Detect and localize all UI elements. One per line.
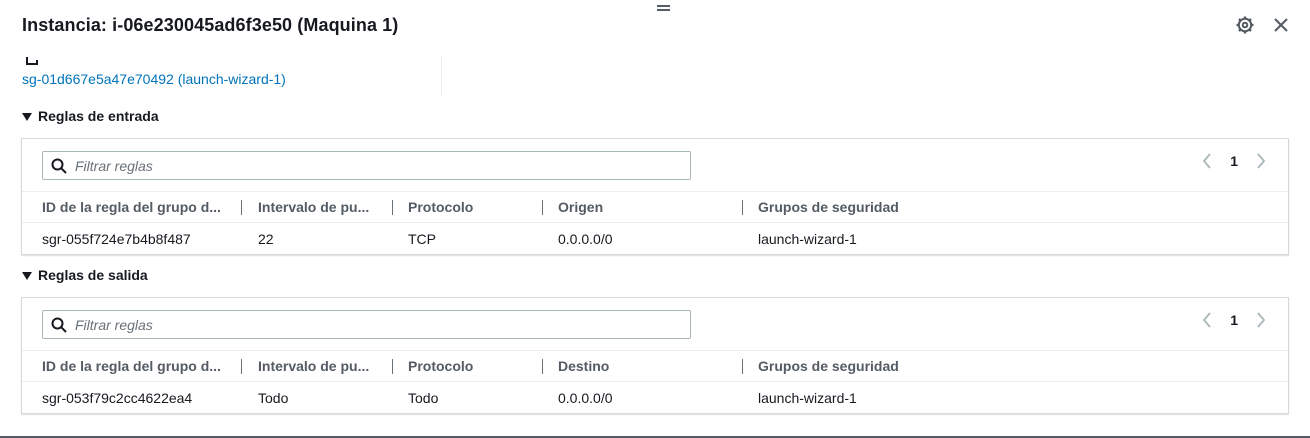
column-resizer[interactable] bbox=[241, 359, 242, 374]
search-icon bbox=[51, 317, 67, 333]
column-header[interactable]: Destino bbox=[558, 351, 738, 381]
column-header[interactable]: Protocolo bbox=[408, 351, 538, 381]
copy-icon[interactable] bbox=[26, 53, 40, 71]
column-resizer[interactable] bbox=[542, 200, 543, 215]
search-icon bbox=[51, 158, 67, 174]
outbound-toolbar: 1 bbox=[22, 298, 1288, 350]
outbound-rules-title: Reglas de salida bbox=[38, 267, 148, 283]
column-header[interactable]: Origen bbox=[558, 192, 738, 222]
security-group-link[interactable]: sg-01d667e5a47e70492 (launch-wizard-1) bbox=[22, 71, 286, 87]
gear-icon[interactable] bbox=[1234, 14, 1256, 36]
column-header[interactable]: Intervalo de pu... bbox=[258, 192, 388, 222]
column-resizer[interactable] bbox=[241, 200, 242, 215]
inbound-filter-box bbox=[42, 151, 691, 180]
column-header[interactable]: Protocolo bbox=[408, 192, 538, 222]
outbound-rules-table: 1 ID de la regla del grupo d... Interval… bbox=[21, 297, 1289, 414]
inbound-toolbar: 1 bbox=[22, 139, 1288, 191]
outbound-page-number[interactable]: 1 bbox=[1230, 312, 1238, 328]
protocol-cell: Todo bbox=[408, 389, 439, 406]
outbound-filter-input[interactable] bbox=[75, 316, 635, 333]
column-divider bbox=[441, 55, 442, 97]
port-range-cell: 22 bbox=[258, 230, 274, 247]
instance-detail-panel: Instancia: i-06e230045ad6f3e50 (Maquina … bbox=[0, 0, 1310, 438]
protocol-cell: TCP bbox=[408, 230, 436, 247]
column-resizer[interactable] bbox=[542, 359, 543, 374]
column-resizer[interactable] bbox=[392, 200, 393, 215]
security-group-cell: launch-wizard-1 bbox=[758, 230, 857, 247]
rule-id-cell: sgr-053f79c2cc4622ea4 bbox=[42, 389, 193, 406]
column-header[interactable]: ID de la regla del grupo d... bbox=[42, 192, 242, 222]
source-cell: 0.0.0.0/0 bbox=[558, 230, 613, 247]
outbound-pagination: 1 bbox=[1202, 312, 1266, 328]
caret-down-icon bbox=[22, 112, 32, 121]
inbound-rules-toggle[interactable]: Reglas de entrada bbox=[22, 108, 159, 124]
column-resizer[interactable] bbox=[392, 359, 393, 374]
column-header[interactable]: ID de la regla del grupo d... bbox=[42, 351, 242, 381]
outbound-rules-toggle[interactable]: Reglas de salida bbox=[22, 267, 148, 283]
resize-handle-icon[interactable] bbox=[657, 5, 670, 13]
port-range-cell: Todo bbox=[258, 389, 289, 406]
destination-cell: 0.0.0.0/0 bbox=[558, 389, 613, 406]
inbound-rules-table: 1 ID de la regla del grupo d... Interval… bbox=[21, 138, 1289, 255]
column-resizer[interactable] bbox=[742, 359, 743, 374]
table-row: sgr-053f79c2cc4622ea4 Todo Todo 0.0.0.0/… bbox=[22, 382, 1288, 413]
rule-id-cell: sgr-055f724e7b4b8f487 bbox=[42, 230, 191, 247]
chevron-right-icon[interactable] bbox=[1256, 153, 1266, 169]
inbound-rules-title: Reglas de entrada bbox=[38, 108, 159, 124]
inbound-pagination: 1 bbox=[1202, 153, 1266, 169]
close-icon[interactable] bbox=[1270, 14, 1292, 36]
inbound-page-number[interactable]: 1 bbox=[1230, 153, 1238, 169]
header-actions bbox=[1234, 14, 1292, 36]
chevron-left-icon[interactable] bbox=[1202, 153, 1212, 169]
panel-title: Instancia: i-06e230045ad6f3e50 (Maquina … bbox=[22, 15, 399, 35]
column-header[interactable]: Grupos de seguridad bbox=[758, 192, 1058, 222]
caret-down-icon bbox=[22, 271, 32, 280]
column-header[interactable]: Grupos de seguridad bbox=[758, 351, 1058, 381]
outbound-table-header: ID de la regla del grupo d... Intervalo … bbox=[22, 350, 1288, 382]
chevron-right-icon[interactable] bbox=[1256, 312, 1266, 328]
column-resizer[interactable] bbox=[742, 200, 743, 215]
chevron-left-icon[interactable] bbox=[1202, 312, 1212, 328]
table-row: sgr-055f724e7b4b8f487 22 TCP 0.0.0.0/0 l… bbox=[22, 223, 1288, 254]
outbound-filter-box bbox=[42, 310, 691, 339]
inbound-filter-input[interactable] bbox=[75, 157, 635, 174]
security-group-cell: launch-wizard-1 bbox=[758, 389, 857, 406]
column-header[interactable]: Intervalo de pu... bbox=[258, 351, 388, 381]
inbound-table-header: ID de la regla del grupo d... Intervalo … bbox=[22, 191, 1288, 223]
